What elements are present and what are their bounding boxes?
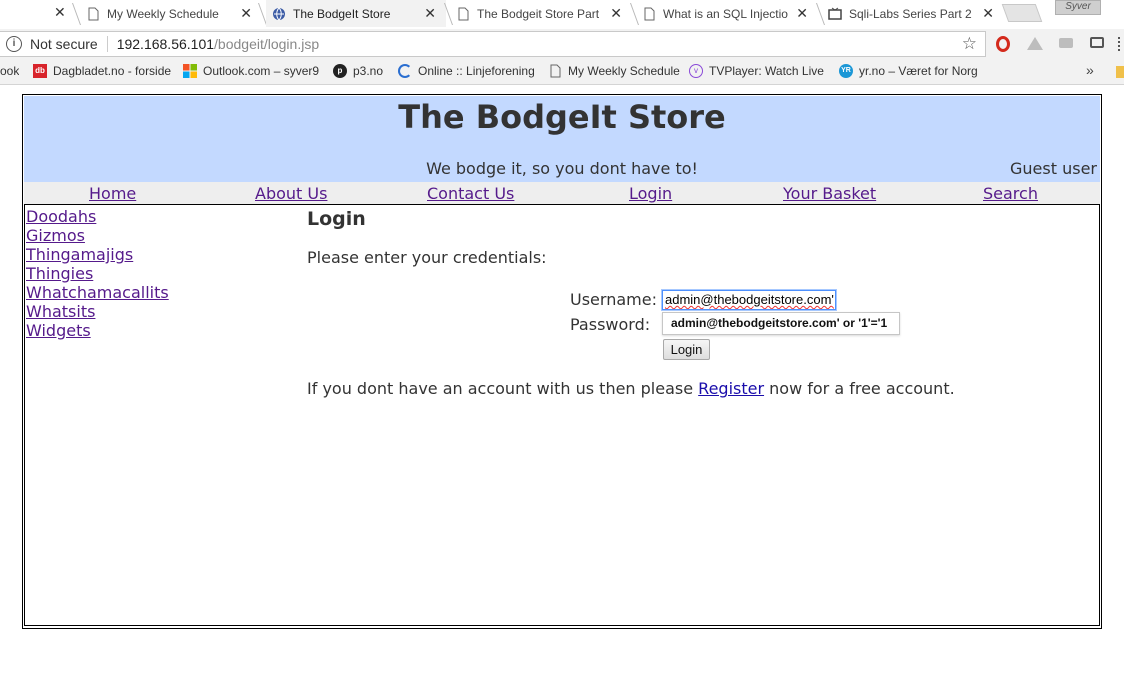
register-suffix: now for a free account. (769, 379, 955, 398)
user-status: Guest user (1010, 159, 1097, 178)
bookmark-p3[interactable]: p p3.no (333, 64, 383, 78)
register-prefix: If you dont have an account with us then… (307, 379, 694, 398)
new-tab-button[interactable] (1001, 4, 1043, 22)
close-icon[interactable]: ✕ (610, 5, 622, 22)
bookmark-dagbladet[interactable]: db Dagbladet.no - forside (33, 64, 171, 78)
bookmark-label: ook (0, 64, 20, 78)
site-title: The BodgeIt Store (398, 98, 726, 136)
main-nav: Home About Us Contact Us Login Your Bask… (24, 182, 1100, 204)
dagbladet-icon: db (33, 64, 47, 78)
chat-icon[interactable] (1059, 38, 1073, 48)
site-header: The BodgeIt Store We bodge it, so you do… (24, 96, 1100, 182)
close-icon[interactable]: ✕ (424, 5, 436, 22)
bookmark-star-icon[interactable]: ☆ (962, 34, 977, 54)
tab-title: My Weekly Schedule (107, 6, 219, 21)
bookmark-label: yr.no – Været for Norg (859, 64, 978, 78)
online-icon (398, 64, 412, 78)
category-link-doodahs[interactable]: Doodahs (26, 207, 169, 226)
category-link-thingies[interactable]: Thingies (26, 264, 169, 283)
content-area (24, 204, 1100, 626)
credentials-prompt: Please enter your credentials: (307, 248, 547, 267)
nav-login[interactable]: Login (629, 184, 672, 204)
more-bookmarks-icon[interactable]: » (1086, 62, 1094, 78)
bookmark-label: Online :: Linjeforening (418, 64, 534, 78)
autocomplete-suggestion[interactable]: admin@thebodgeitstore.com' or '1'='1 (662, 312, 900, 335)
security-status: Not secure (30, 36, 98, 52)
nav-basket[interactable]: Your Basket (783, 184, 876, 204)
tab-separator (71, 3, 82, 25)
nav-search[interactable]: Search (983, 184, 1038, 204)
site-tagline: We bodge it, so you dont have to! (426, 159, 698, 178)
close-icon[interactable]: ✕ (982, 5, 994, 22)
username-label: Username: (570, 290, 657, 309)
nav-about[interactable]: About Us (255, 184, 327, 204)
folder-icon[interactable] (1116, 66, 1124, 78)
menu-icon[interactable] (1118, 37, 1124, 51)
category-link-whatsits[interactable]: Whatsits (26, 302, 169, 321)
close-icon[interactable]: ✕ (796, 5, 808, 22)
url-host: 192.168.56.101 (116, 36, 215, 52)
tab-my-weekly-schedule[interactable]: My Weekly Schedule ✕ (86, 0, 262, 27)
bookmark-label: My Weekly Schedule (568, 64, 680, 78)
nav-contact[interactable]: Contact Us (427, 184, 514, 204)
bookmark-label: TVPlayer: Watch Live T (709, 64, 827, 78)
page-icon (458, 7, 469, 20)
register-link[interactable]: Register (698, 379, 764, 398)
video-icon (828, 7, 842, 20)
login-button[interactable]: Login (663, 339, 710, 360)
page-icon (88, 7, 99, 20)
windows-icon (183, 64, 197, 78)
tab-title: What is an SQL Injectio (663, 6, 788, 21)
bookmark-online[interactable]: Online :: Linjeforening (398, 64, 534, 78)
password-label: Password: (570, 315, 651, 334)
page-icon (644, 7, 655, 20)
url-path: /bodgeit/login.jsp (214, 36, 320, 52)
close-icon[interactable]: ✕ (240, 5, 252, 22)
bookmark-weekly-schedule[interactable]: My Weekly Schedule (548, 64, 680, 78)
globe-icon (273, 7, 285, 20)
bookmark-label: Dagbladet.no - forside (53, 64, 171, 78)
page-icon (550, 64, 561, 78)
tab-sql-injection[interactable]: What is an SQL Injectio ✕ (642, 0, 818, 27)
register-prompt: If you dont have an account with us then… (307, 379, 955, 399)
category-link-thingamajigs[interactable]: Thingamajigs (26, 245, 169, 264)
page-title: Login (307, 208, 366, 230)
tab-sqli-labs[interactable]: Sqli-Labs Series Part 2 ✕ (828, 0, 1004, 27)
tab-bodgeit-store-part[interactable]: The Bodgeit Store Part ✕ (456, 0, 632, 27)
tab-strip: ✕ My Weekly Schedule ✕ The BodgeIt Store… (0, 0, 1124, 29)
username-input[interactable]: admin@thebodgeitstore.com' (661, 289, 837, 311)
tab-title: Sqli-Labs Series Part 2 (849, 6, 972, 21)
bookmark-label: p3.no (353, 64, 384, 78)
bookmark-label: Outlook.com – syver9 (203, 64, 319, 78)
cast-icon[interactable] (1090, 37, 1104, 48)
yr-icon: YR (839, 64, 853, 78)
bookmark-yr[interactable]: YR yr.no – Været for Norg (839, 64, 978, 78)
tab-title: The Bodgeit Store Part (477, 6, 600, 21)
nav-home[interactable]: Home (89, 184, 136, 204)
bookmark-outlook[interactable]: Outlook.com – syver9 (183, 64, 319, 78)
bookmark-tvplayer[interactable]: v TVPlayer: Watch Live T (689, 64, 827, 78)
category-link-whatchamacallits[interactable]: Whatchamacallits (26, 283, 169, 302)
username-value: admin@thebodgeitstore.com' (665, 292, 834, 307)
category-link-gizmos[interactable]: Gizmos (26, 226, 169, 245)
bookmarks-bar: ook db Dagbladet.no - forside Outlook.co… (0, 59, 1124, 85)
divider (106, 36, 108, 52)
opera-icon[interactable] (996, 36, 1010, 52)
p3-icon: p (333, 64, 347, 78)
category-sidebar: Doodahs Gizmos Thingamajigs Thingies Wha… (26, 207, 169, 340)
info-icon[interactable]: i (6, 36, 22, 52)
browser-toolbar: i Not secure 192.168.56.101/bodgeit/logi… (0, 29, 1124, 59)
bookmark-item[interactable]: ook (0, 64, 19, 78)
tvplayer-icon: v (689, 64, 703, 78)
tab-title: The BodgeIt Store (293, 6, 391, 21)
tab-bodgeit-store[interactable]: The BodgeIt Store ✕ (266, 0, 446, 27)
profile-button[interactable]: Syver (1055, 0, 1101, 15)
drive-icon[interactable] (1027, 37, 1043, 50)
address-bar[interactable]: i Not secure 192.168.56.101/bodgeit/logi… (0, 31, 986, 57)
category-link-widgets[interactable]: Widgets (26, 321, 169, 340)
close-icon[interactable]: ✕ (54, 5, 66, 21)
